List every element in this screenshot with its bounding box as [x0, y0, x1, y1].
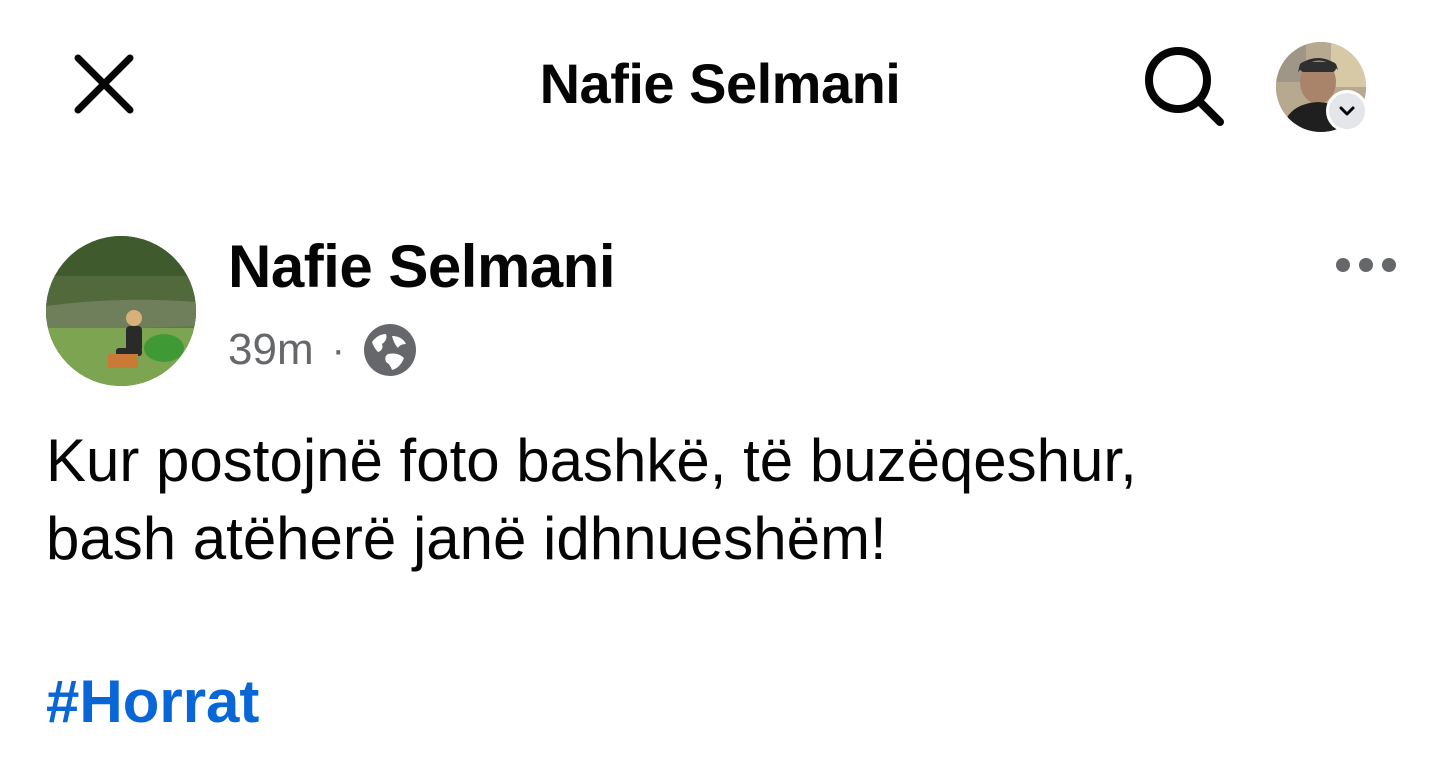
account-caret — [1326, 90, 1368, 132]
more-options-button[interactable] — [1320, 236, 1412, 294]
more-dot — [1336, 258, 1350, 272]
post-meta: 39m · — [228, 322, 419, 378]
post-time[interactable]: 39m — [228, 325, 314, 375]
close-icon — [74, 54, 134, 114]
search-icon — [1145, 47, 1224, 126]
more-dot — [1382, 258, 1396, 272]
post-text-line: Kur postojnë foto bashkë, të buzëqeshur, — [46, 427, 1137, 494]
more-dot — [1359, 258, 1373, 272]
chevron-down-icon — [1339, 106, 1355, 116]
hashtag-link[interactable]: #Horrat — [46, 666, 259, 738]
meta-separator: · — [331, 327, 345, 372]
globe-icon[interactable] — [361, 321, 419, 379]
page-title: Nafie Selmani — [539, 52, 901, 115]
search-button[interactable] — [1134, 36, 1234, 136]
post-text-line: bash atëherë janë idhnueshëm! — [46, 505, 887, 572]
author-name[interactable]: Nafie Selmani — [228, 232, 616, 302]
post-text: Kur postojnë foto bashkë, të buzëqeshur,… — [46, 422, 1386, 578]
author-avatar[interactable] — [46, 236, 196, 386]
top-bar: Nafie Selmani — [0, 0, 1440, 170]
account-menu-button[interactable] — [1272, 38, 1368, 134]
close-button[interactable] — [62, 42, 146, 126]
